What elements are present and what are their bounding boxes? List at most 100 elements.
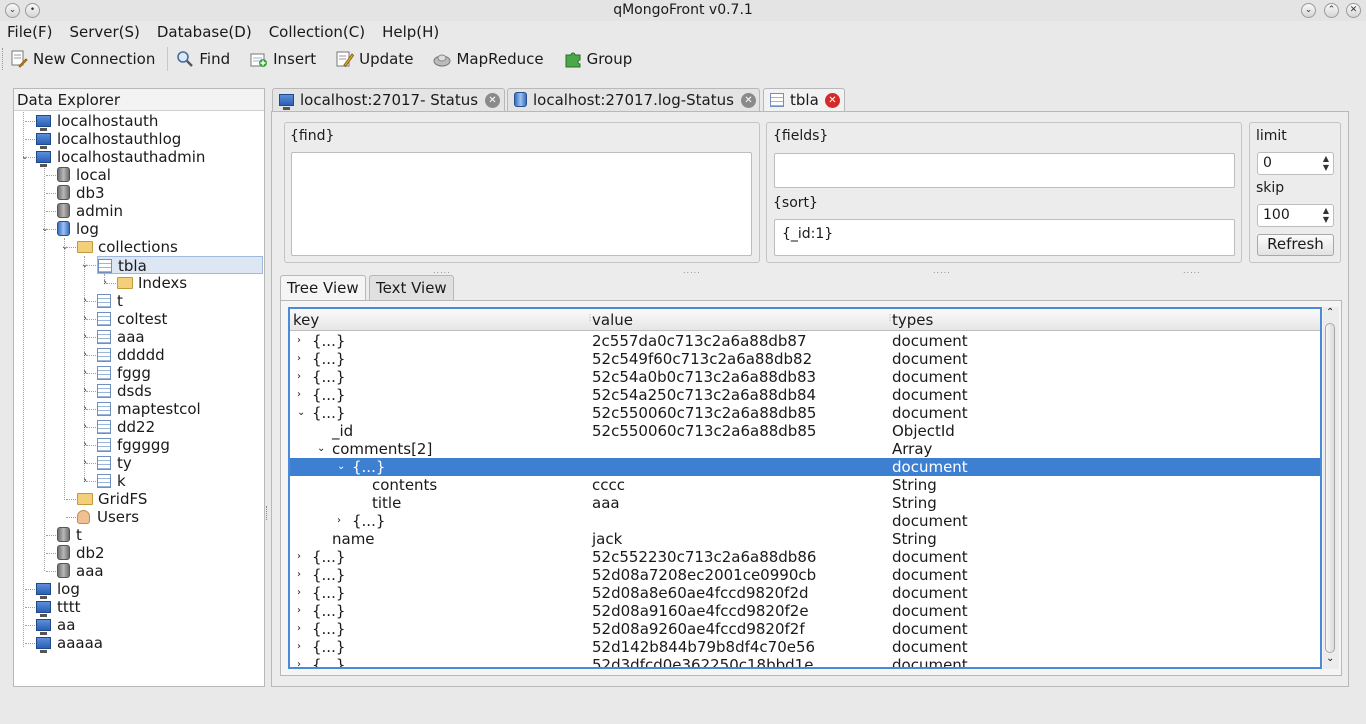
tree-item[interactable]: coltest xyxy=(97,310,167,328)
column-header-key[interactable]: key xyxy=(293,311,319,329)
splitter-handle[interactable]: ..... xyxy=(433,266,451,275)
table-row[interactable]: name jack String xyxy=(290,530,1320,548)
expand-arrow-icon[interactable]: › xyxy=(297,548,301,566)
menu-database[interactable]: Database(D) xyxy=(157,23,252,41)
tree-item[interactable]: t xyxy=(57,526,82,544)
tree-item[interactable]: admin xyxy=(57,202,123,220)
menu-collection[interactable]: Collection(C) xyxy=(269,23,365,41)
close-tab-icon[interactable]: ✕ xyxy=(741,93,756,108)
table-row[interactable]: › {...} 52d3dfcd0e362250c18bbd1e document xyxy=(290,656,1320,667)
tree-item[interactable]: maptestcol xyxy=(97,400,201,418)
menu-file[interactable]: File(F) xyxy=(7,23,52,41)
expand-arrow-icon[interactable]: › xyxy=(297,386,301,404)
scrollbar-thumb[interactable] xyxy=(1325,323,1335,653)
table-row[interactable]: ⌄ {...} document xyxy=(290,458,1320,476)
tree-item[interactable]: t xyxy=(97,292,123,310)
table-row[interactable]: _id 52c550060c713c2a6a88db85 ObjectId xyxy=(290,422,1320,440)
expand-arrow-icon[interactable]: › xyxy=(337,512,341,530)
mapreduce-button[interactable]: MapReduce xyxy=(433,50,544,68)
table-row[interactable]: ⌄ comments[2] Array xyxy=(290,440,1320,458)
table-row[interactable]: › {...} 2c557da0c713c2a6a88db87 document xyxy=(290,332,1320,350)
tree-item[interactable]: db2 xyxy=(57,544,105,562)
spin-up-icon[interactable]: ▲ xyxy=(1323,154,1329,163)
tree-item[interactable]: ty xyxy=(97,454,132,472)
dock-splitter[interactable] xyxy=(266,506,270,520)
tab-log-status[interactable]: localhost:27017.log-Status ✕ xyxy=(507,88,760,112)
expand-arrow-icon[interactable]: › xyxy=(297,638,301,656)
tree-item[interactable]: dd22 xyxy=(97,418,155,436)
table-row[interactable]: title aaa String xyxy=(290,494,1320,512)
expand-arrow-icon[interactable]: › xyxy=(297,368,301,386)
tree-item[interactable]: aaa xyxy=(57,562,104,580)
table-row[interactable]: ⌄ {...} 52c550060c713c2a6a88db85 document xyxy=(290,404,1320,422)
table-row[interactable]: › {...} 52c549f60c713c2a6a88db82 document xyxy=(290,350,1320,368)
tree-item[interactable]: localhostauthlog xyxy=(36,130,181,149)
table-row[interactable]: › {...} 52c54a250c713c2a6a88db84 document xyxy=(290,386,1320,404)
find-button[interactable]: Find xyxy=(176,50,230,68)
tree-item[interactable]: fggggg xyxy=(97,436,170,454)
tab-tree-view[interactable]: Tree View xyxy=(280,275,366,301)
close-tab-icon[interactable]: ✕ xyxy=(485,93,500,108)
splitter-handle[interactable]: ..... xyxy=(933,266,951,275)
close-window-icon[interactable]: ✕ xyxy=(1346,3,1361,18)
collapse-arrow-icon[interactable]: ⌄ xyxy=(297,404,305,422)
new-connection-button[interactable]: New Connection xyxy=(10,50,155,68)
close-tab-icon[interactable]: ✕ xyxy=(825,93,840,108)
fields-input[interactable] xyxy=(774,153,1235,188)
expand-arrow-icon[interactable]: › xyxy=(297,584,301,602)
expand-arrow-icon[interactable]: › xyxy=(297,566,301,584)
splitter-handle[interactable]: ..... xyxy=(683,266,701,275)
table-row[interactable]: › {...} 52c54a0b0c713c2a6a88db83 document xyxy=(290,368,1320,386)
tree-item[interactable]: localhostauthadmin xyxy=(36,148,205,167)
tree-item[interactable]: aa xyxy=(36,616,75,635)
table-row[interactable]: › {...} 52d08a9160ae4fccd9820f2e document xyxy=(290,602,1320,620)
tree-item[interactable]: local xyxy=(57,166,111,184)
maximize-icon[interactable]: ⌃ xyxy=(1324,3,1339,18)
tree-item[interactable]: localhostauth xyxy=(36,112,158,131)
tree-item[interactable]: dsds xyxy=(97,382,152,400)
expand-arrow-icon[interactable]: › xyxy=(297,332,301,350)
sort-input[interactable]: {_id:1} xyxy=(774,219,1235,256)
group-button[interactable]: Group xyxy=(564,50,632,68)
table-row[interactable]: › {...} document xyxy=(290,512,1320,530)
spin-down-icon[interactable]: ▼ xyxy=(1323,163,1329,172)
menu-help[interactable]: Help(H) xyxy=(382,23,439,41)
scroll-down-icon[interactable]: ⌄ xyxy=(1326,653,1334,664)
column-header-types[interactable]: types xyxy=(892,311,933,329)
tree-item[interactable]: Users xyxy=(77,508,139,526)
tree-item[interactable]: log xyxy=(57,220,99,238)
menu-server[interactable]: Server(S) xyxy=(69,23,139,41)
table-row[interactable]: contents cccc String xyxy=(290,476,1320,494)
table-row[interactable]: › {...} 52d142b844b79b8df4c70e56 document xyxy=(290,638,1320,656)
result-tree-grid[interactable]: key value types ⋮ ⋮ › {...} 2c557da0c713c2… xyxy=(288,307,1322,669)
find-input[interactable] xyxy=(291,152,752,256)
tree-item[interactable]: tttt xyxy=(36,598,81,617)
table-row[interactable]: › {...} 52d08a9260ae4fccd9820f2f document xyxy=(290,620,1320,638)
expand-arrow-icon[interactable]: › xyxy=(297,656,301,667)
collapse-arrow-icon[interactable]: ⌄ xyxy=(337,458,345,476)
expand-arrow-icon[interactable]: › xyxy=(297,350,301,368)
tree-item[interactable]: Indexs xyxy=(117,274,187,292)
app-menu-icon[interactable]: ⌄ xyxy=(5,3,20,18)
collapse-arrow-icon[interactable]: ⌄ xyxy=(317,440,325,458)
tab-tbla[interactable]: tbla ✕ xyxy=(763,88,845,112)
tree-item[interactable]: collections xyxy=(77,238,178,256)
tree-item[interactable]: aaaaa xyxy=(36,634,103,653)
spin-down-icon[interactable]: ▼ xyxy=(1323,215,1329,224)
tree-item[interactable]: k xyxy=(97,472,126,490)
table-row[interactable]: › {...} 52c552230c713c2a6a88db86 document xyxy=(290,548,1320,566)
splitter-handle[interactable]: ..... xyxy=(1183,266,1201,275)
scroll-up-icon[interactable]: ⌃ xyxy=(1326,307,1334,318)
table-row[interactable]: › {...} 52d08a7208ec2001ce0990cb document xyxy=(290,566,1320,584)
insert-button[interactable]: Insert xyxy=(250,50,316,68)
minimize-icon[interactable]: ⌄ xyxy=(1301,3,1316,18)
tree-item[interactable]: fggg xyxy=(97,364,151,382)
column-header-value[interactable]: value xyxy=(592,311,633,329)
refresh-button[interactable]: Refresh xyxy=(1257,234,1334,256)
tree-item[interactable]: ddddd xyxy=(97,346,165,364)
tab-localhost-status[interactable]: localhost:27017- Status ✕ xyxy=(272,88,505,112)
tree-item[interactable]: tbla xyxy=(97,256,263,275)
tree-item[interactable]: aaa xyxy=(97,328,145,346)
update-button[interactable]: Update xyxy=(336,50,413,68)
grid-scrollbar[interactable]: ⌃ ⌄ xyxy=(1323,307,1339,669)
